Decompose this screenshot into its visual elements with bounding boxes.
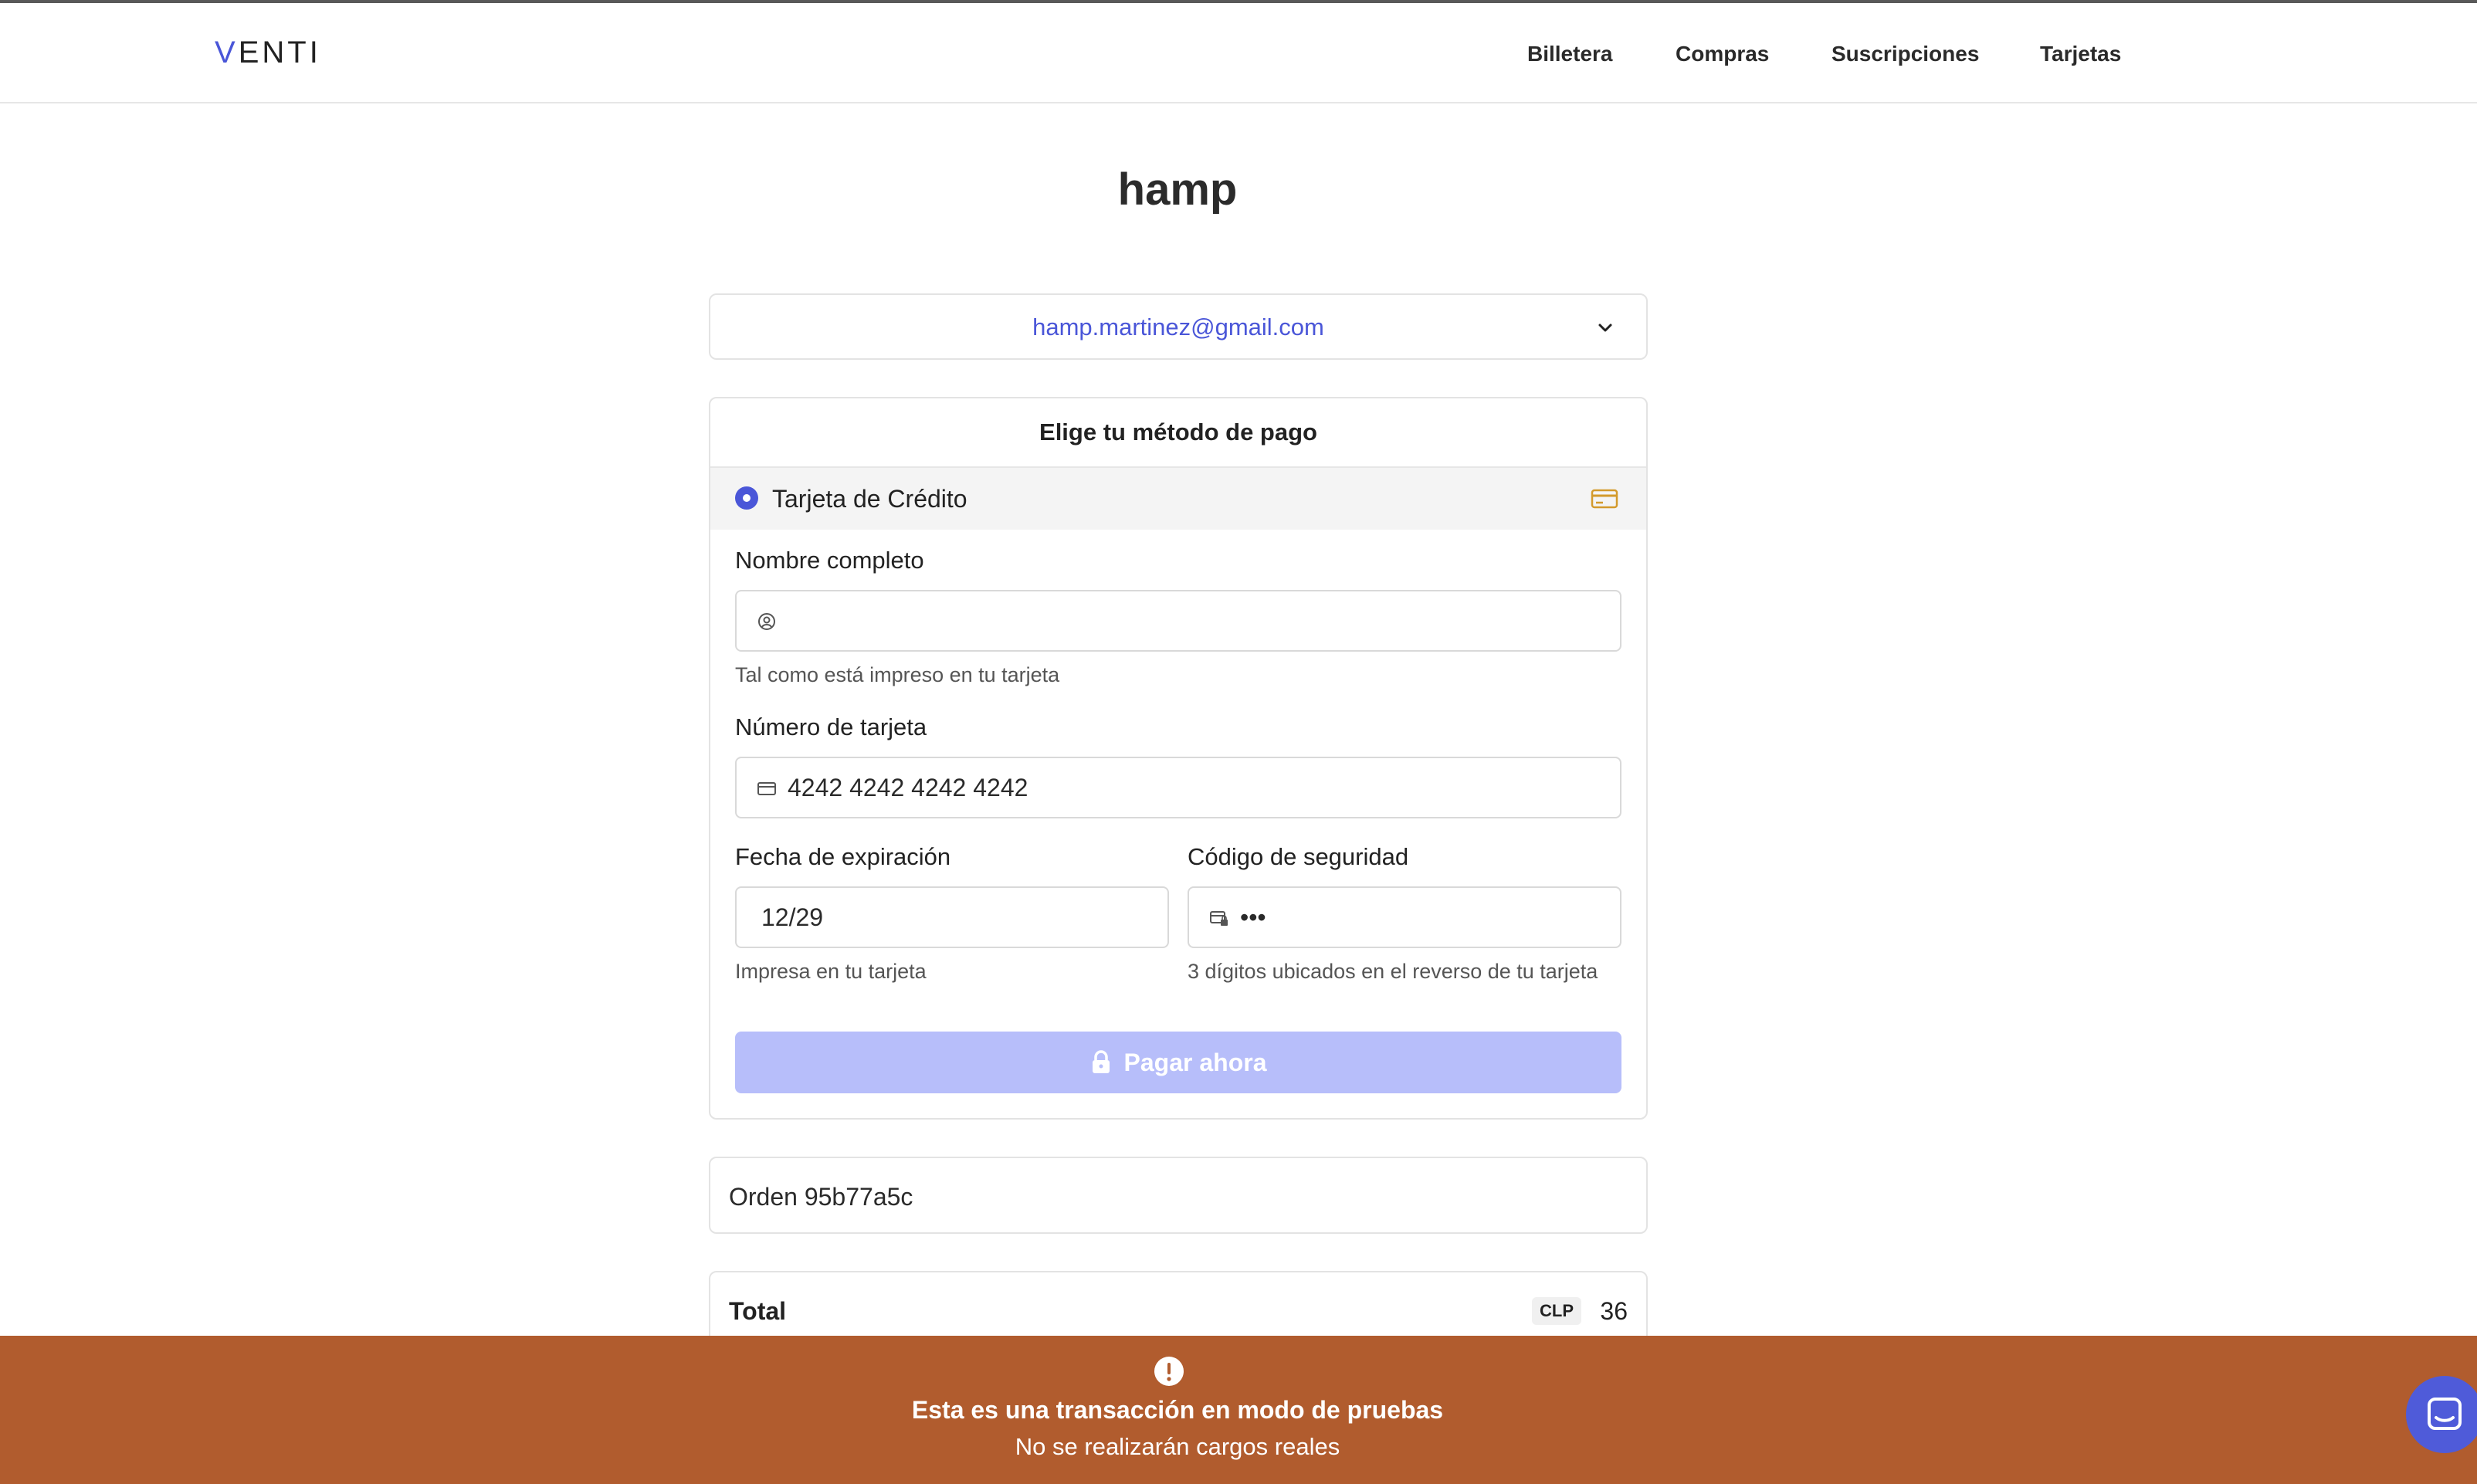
expiry-value: 12/29 — [761, 903, 824, 931]
total-amount: 36 — [1600, 1297, 1628, 1325]
name-help: Tal como está impreso en tu tarjeta — [735, 663, 1060, 686]
banner-subtitle: No se realizarán cargos reales — [1015, 1433, 1340, 1460]
account-email: hamp.martinez@gmail.com — [1032, 313, 1324, 341]
payment-method-card: Elige tu método de pago Tarjeta de Crédi… — [709, 397, 1648, 1120]
chat-launcher-button[interactable] — [2406, 1376, 2477, 1453]
expiry-label: Fecha de expiración — [735, 843, 951, 870]
expiry-input[interactable]: 12/29 — [735, 886, 1169, 948]
cvc-label: Código de seguridad — [1188, 843, 1409, 870]
nav-suscripciones[interactable]: Suscripciones — [1831, 39, 1979, 69]
lock-icon — [1092, 1050, 1110, 1073]
card-number-input[interactable]: 4242 4242 4242 4242 — [735, 757, 1621, 818]
nav-billetera[interactable]: Billetera — [1527, 39, 1613, 69]
account-selector[interactable]: hamp.martinez@gmail.com — [709, 293, 1648, 360]
credit-card-radio[interactable] — [735, 486, 758, 510]
venti-logo[interactable]: VENTI — [215, 34, 321, 71]
name-label: Nombre completo — [735, 547, 924, 574]
pay-now-label: Pagar ahora — [1123, 1049, 1267, 1076]
order-id: Orden 95b77a5c — [729, 1183, 913, 1211]
nav-tarjetas[interactable]: Tarjetas — [2040, 39, 2121, 69]
banner-title: Esta es una transacción en modo de prueb… — [911, 1396, 1444, 1424]
card-number-label: Número de tarjeta — [735, 713, 927, 740]
expiry-help: Impresa en tu tarjeta — [735, 960, 927, 983]
exclamation-icon — [1154, 1357, 1184, 1386]
pay-now-button[interactable]: Pagar ahora — [735, 1032, 1621, 1093]
total-label: Total — [729, 1297, 787, 1325]
card-number-value: 4242 4242 4242 4242 — [788, 774, 1028, 801]
navbar: VENTI Billetera Compras Suscripciones Ta… — [0, 3, 2477, 103]
cvc-input[interactable]: ••• — [1188, 886, 1621, 948]
chat-icon — [2428, 1398, 2462, 1430]
payment-heading: Elige tu método de pago — [1039, 418, 1317, 446]
nav-compras[interactable]: Compras — [1676, 39, 1769, 69]
cvc-help: 3 dígitos ubicados en el reverso de tu t… — [1188, 960, 1598, 983]
card-icon — [757, 782, 776, 795]
user-circle-icon — [758, 613, 775, 630]
cvc-value: ••• — [1240, 903, 1266, 931]
page-title: hamp — [1117, 164, 1238, 215]
test-mode-banner: Esta es una transacción en modo de prueb… — [0, 1336, 2477, 1484]
credit-card-icon — [1591, 489, 1618, 509]
payment-method-credit-card[interactable]: Tarjeta de Crédito — [710, 466, 1646, 530]
full-name-input[interactable] — [735, 590, 1621, 652]
currency-badge: CLP — [1532, 1297, 1581, 1325]
card-lock-icon — [1210, 911, 1228, 926]
payment-method-label: Tarjeta de Crédito — [772, 485, 967, 513]
chevron-down-icon — [1598, 324, 1612, 332]
order-box: Orden 95b77a5c — [709, 1157, 1648, 1234]
